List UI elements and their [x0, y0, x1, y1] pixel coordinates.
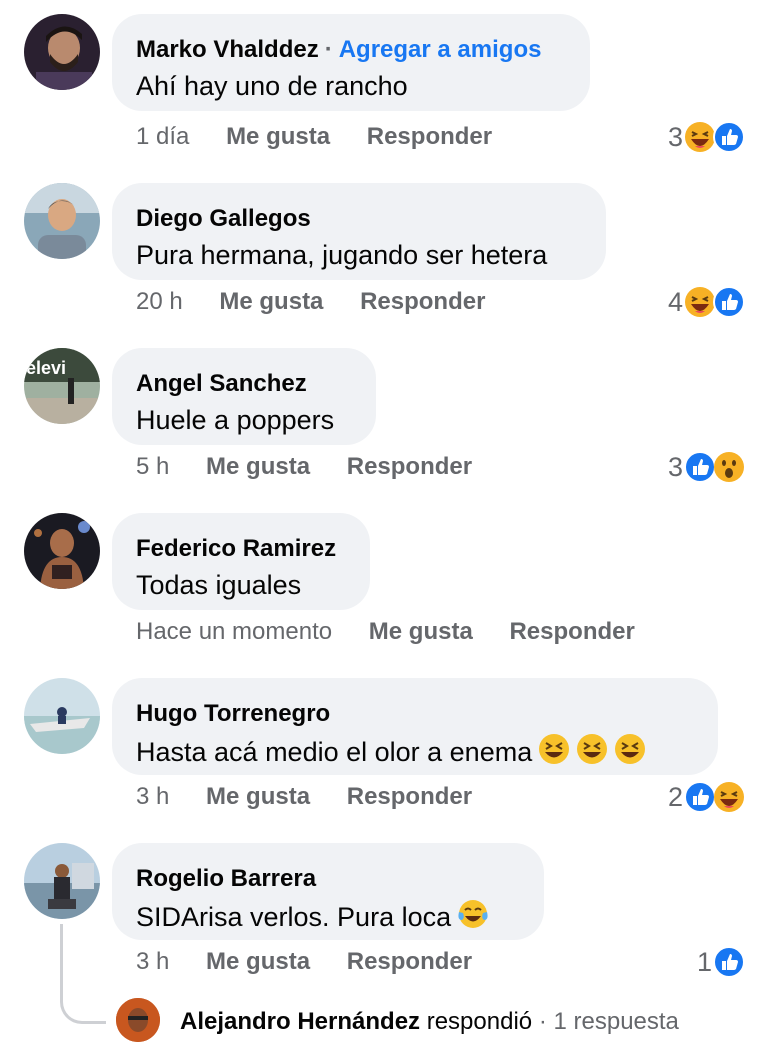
comment-actions: 3 h Me gusta Responder — [136, 782, 472, 816]
replier-name: Alejandro Hernández — [180, 1008, 421, 1035]
comment-time[interactable]: Hace un momento — [136, 618, 332, 646]
comment-text-content: Hasta acá medio el olor a enema — [136, 737, 533, 767]
avatar[interactable] — [24, 843, 100, 919]
reaction-count: 1 — [696, 946, 712, 977]
haha-reaction-icon — [684, 286, 716, 318]
reply-button[interactable]: Responder — [347, 948, 472, 976]
like-reaction-icon — [713, 946, 745, 978]
separator: · — [538, 1008, 547, 1035]
laughing-emoji — [576, 733, 608, 765]
comment-bubble: Diego Gallegos Pura hermana, jugando ser… — [112, 183, 606, 280]
comment-text: Ahí hay uno de rancho — [136, 71, 408, 101]
comment-text: Todas iguales — [136, 570, 302, 600]
comment-time[interactable]: 1 día — [136, 123, 189, 151]
reply-count: 1 respuesta — [553, 1008, 679, 1035]
reaction-summary[interactable]: 1 — [697, 945, 745, 979]
reaction-summary[interactable]: 4 — [668, 285, 745, 319]
comment-bubble: Angel Sanchez Huele a poppers — [112, 348, 376, 445]
comment-bubble: Rogelio Barrera SIDArisa verlos. Pura lo… — [112, 843, 544, 940]
comment-bubble: Federico Ramirez Todas iguales — [112, 513, 370, 610]
comment-actions: 3 h Me gusta Responder — [136, 947, 472, 981]
reaction-summary[interactable]: 3 — [668, 120, 745, 154]
commenter-name[interactable]: Diego Gallegos — [136, 204, 582, 234]
commenter-name[interactable]: Rogelio Barrera — [136, 864, 520, 894]
reply-button[interactable]: Responder — [360, 288, 485, 316]
reaction-count: 4 — [667, 286, 683, 317]
commenter-name[interactable]: Angel Sanchez — [136, 369, 352, 399]
reply-thread-line — [60, 924, 106, 1024]
haha-reaction-icon — [684, 121, 716, 153]
commenter-name[interactable]: Hugo Torrenegro — [136, 699, 694, 729]
avatar[interactable] — [24, 513, 100, 589]
like-button[interactable]: Me gusta — [369, 618, 473, 646]
reply-button[interactable]: Responder — [367, 123, 492, 151]
tears-of-joy-emoji — [457, 898, 489, 930]
comment-actions: Hace un momento Me gusta Responder — [136, 617, 635, 651]
like-button[interactable]: Me gusta — [206, 948, 310, 976]
comment-time[interactable]: 3 h — [136, 948, 169, 976]
commenter-name[interactable]: Marko Vhalddez — [136, 36, 319, 63]
reaction-count: 3 — [667, 121, 683, 152]
reaction-count: 3 — [667, 451, 683, 482]
comment-bubble: Hugo Torrenegro Hasta acá medio el olor … — [112, 678, 718, 775]
reaction-summary[interactable]: 3 — [668, 450, 745, 484]
comment-bubble: Marko Vhalddez · Agregar a amigos Ahí hay … — [112, 14, 590, 111]
like-reaction-icon — [684, 451, 716, 483]
avatar[interactable] — [24, 14, 100, 90]
reaction-summary[interactable]: 2 — [668, 780, 745, 814]
comment-time[interactable]: 20 h — [136, 288, 183, 316]
comment-text: Hasta acá medio el olor a enema — [136, 733, 694, 769]
avatar[interactable] — [116, 998, 160, 1042]
reaction-count: 2 — [667, 781, 683, 812]
like-button[interactable]: Me gusta — [226, 123, 330, 151]
replied-label: respondió — [426, 1008, 533, 1035]
laughing-emoji — [538, 733, 570, 765]
like-button[interactable]: Me gusta — [219, 288, 323, 316]
commenter-name[interactable]: Federico Ramirez — [136, 534, 346, 564]
separator: · — [324, 36, 333, 63]
haha-reaction-icon — [713, 781, 745, 813]
like-button[interactable]: Me gusta — [206, 453, 310, 481]
comment-text-content: SIDArisa verlos. Pura loca — [136, 902, 452, 932]
add-friend-link[interactable]: Agregar a amigos — [339, 36, 542, 63]
like-reaction-icon — [713, 121, 745, 153]
comment-text: Huele a poppers — [136, 405, 335, 435]
avatar[interactable]: elevi — [24, 348, 100, 424]
comment-actions: 5 h Me gusta Responder — [136, 452, 472, 486]
comment-actions: 1 día Me gusta Responder — [136, 122, 492, 156]
comment-time[interactable]: 5 h — [136, 453, 169, 481]
laughing-emoji — [614, 733, 646, 765]
avatar[interactable] — [24, 183, 100, 259]
like-button[interactable]: Me gusta — [206, 783, 310, 811]
reply-button[interactable]: Responder — [347, 453, 472, 481]
svg-text:elevi: elevi — [26, 358, 66, 378]
wow-reaction-icon — [713, 451, 745, 483]
reply-button[interactable]: Responder — [509, 618, 634, 646]
comment-actions: 20 h Me gusta Responder — [136, 287, 485, 321]
reply-button[interactable]: Responder — [347, 783, 472, 811]
comment-text: Pura hermana, jugando ser hetera — [136, 240, 548, 270]
avatar[interactable] — [24, 678, 100, 754]
like-reaction-icon — [684, 781, 716, 813]
like-reaction-icon — [713, 286, 745, 318]
comment-time[interactable]: 3 h — [136, 783, 169, 811]
comment-text: SIDArisa verlos. Pura loca — [136, 898, 520, 934]
view-replies-link[interactable]: Alejandro Hernández respondió · 1 respue… — [180, 1008, 679, 1036]
